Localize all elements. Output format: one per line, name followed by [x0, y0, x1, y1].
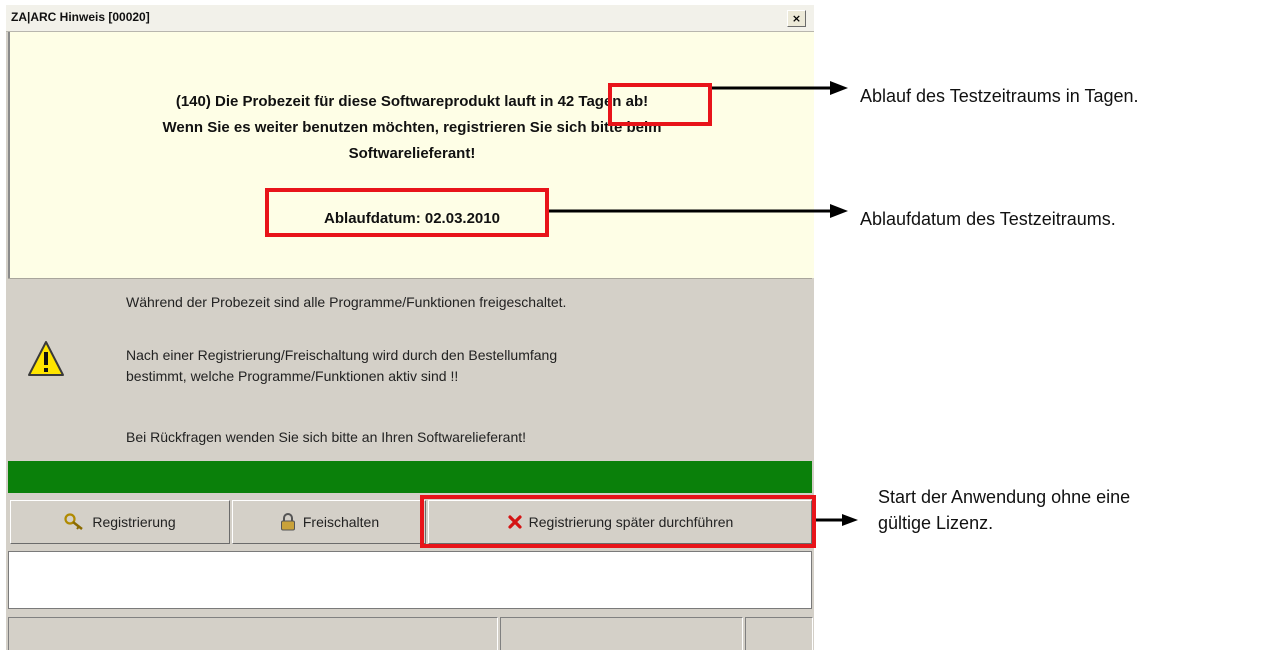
- annotation-start-line-2: gültige Lizenz.: [878, 513, 994, 533]
- annotation-date: Ablaufdatum des Testzeitraums.: [860, 209, 1116, 229]
- annotation-start-line-1: Start der Anwendung ohne eine: [878, 487, 1131, 507]
- annotation-days: Ablauf des Testzeitraums in Tagen.: [860, 86, 1139, 106]
